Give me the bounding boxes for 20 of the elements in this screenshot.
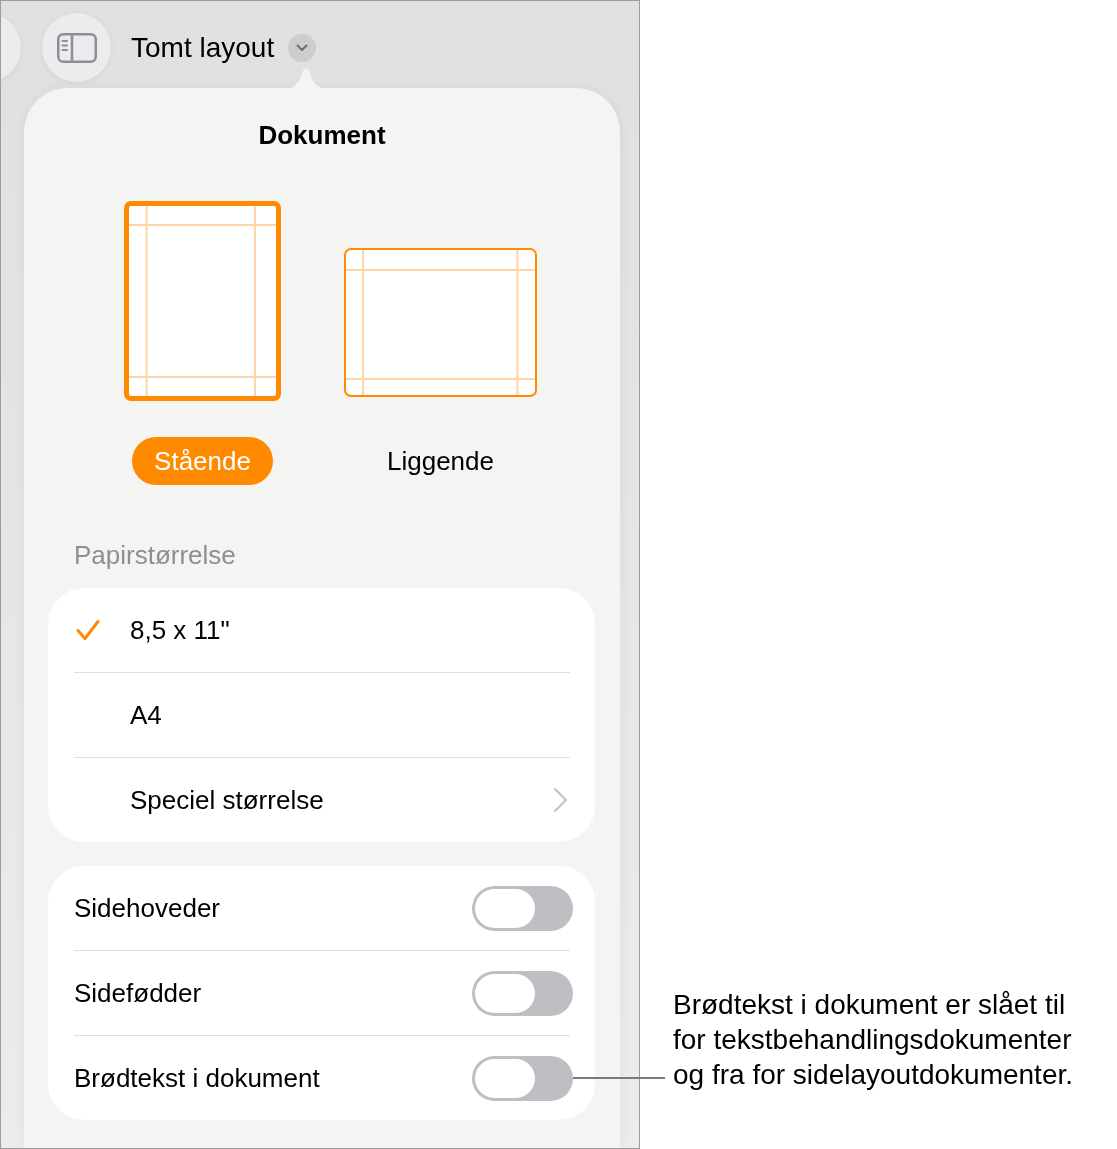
paper-size-option[interactable]: 8,5 x 11" <box>48 588 595 672</box>
switch-label: Sidefødder <box>74 977 202 1009</box>
document-title: Tomt layout <box>131 30 275 65</box>
sidebar-icon <box>56 32 97 63</box>
paper-size-option[interactable]: A4 <box>48 673 595 757</box>
toggle-switch[interactable] <box>472 970 573 1016</box>
callout-text: Brødtekst i dokument er slået til for tekstbehandlingsdokumenter og fra for sidelayoutdokumenter. <box>673 988 1074 1092</box>
chevron-right-icon <box>553 787 568 813</box>
title-menu-button[interactable] <box>288 33 317 62</box>
orientation-button[interactable]: Liggende <box>365 437 516 485</box>
portrait-page-button[interactable] <box>124 201 281 401</box>
chevron-down-icon <box>296 43 309 52</box>
section-heading: Papirstørrelse <box>74 540 236 570</box>
paper-size-option[interactable]: Speciel størrelse <box>48 758 595 842</box>
switch-label: Sidehoveder <box>74 892 220 924</box>
toggle-switch[interactable] <box>472 885 573 931</box>
landscape-page-button[interactable] <box>344 248 537 397</box>
toggle-switch[interactable] <box>472 1055 573 1101</box>
popover-title: Dokument <box>258 119 386 151</box>
switch-label: Brødtekst i dokument <box>74 1062 320 1094</box>
